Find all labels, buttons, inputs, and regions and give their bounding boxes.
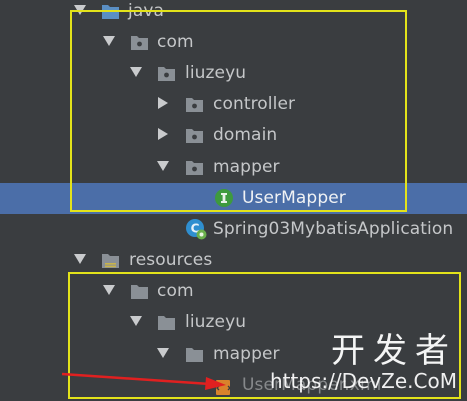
- tree-node-res-com[interactable]: com: [0, 276, 467, 307]
- tree-node-resources[interactable]: resources: [0, 245, 467, 276]
- tree-node-label: liuzeyu: [185, 312, 247, 332]
- chevron-down-icon[interactable]: [103, 36, 115, 46]
- tree-node-java[interactable]: java: [0, 0, 467, 27]
- tree-node-res-liuzeyu[interactable]: liuzeyu: [0, 307, 467, 338]
- annotation-arrow-icon: [61, 372, 226, 390]
- package-icon: [158, 67, 175, 81]
- tree-node-controller[interactable]: controller: [0, 89, 467, 120]
- chevron-down-icon[interactable]: [74, 5, 86, 15]
- package-icon: [186, 161, 203, 175]
- tree-node-usermapper[interactable]: UserMapper: [0, 183, 467, 214]
- chevron-down-icon[interactable]: [130, 316, 142, 326]
- tree-node-label: com: [157, 281, 194, 301]
- project-tree: java com liuzeyu controller domain mappe…: [0, 0, 467, 401]
- tree-node-label: com: [157, 32, 194, 52]
- package-icon: [186, 98, 203, 112]
- tree-node-mapper[interactable]: mapper: [0, 152, 467, 183]
- chevron-down-icon[interactable]: [157, 348, 169, 358]
- package-icon: [131, 36, 148, 50]
- chevron-right-icon[interactable]: [158, 97, 168, 109]
- folder-icon: [186, 348, 203, 362]
- tree-node-label: controller: [213, 94, 296, 114]
- chevron-down-icon[interactable]: [157, 161, 169, 171]
- resources-folder-icon: [102, 254, 119, 268]
- tree-node-label: Spring03MybatisApplication: [213, 219, 454, 239]
- spring-boot-class-icon: C: [186, 219, 207, 240]
- chevron-right-icon[interactable]: [158, 128, 168, 140]
- folder-icon: [158, 316, 175, 330]
- package-icon: [186, 129, 203, 143]
- source-folder-icon: [102, 5, 119, 19]
- tree-node-label: domain: [213, 125, 278, 145]
- tree-node-label: mapper: [213, 344, 280, 364]
- tree-node-label: UserMapper.xml: [242, 375, 382, 395]
- tree-node-domain[interactable]: domain: [0, 120, 467, 151]
- tree-node-label: java: [128, 1, 165, 21]
- chevron-down-icon[interactable]: [74, 254, 86, 264]
- tree-node-label: UserMapper: [242, 188, 346, 208]
- tree-node-com[interactable]: com: [0, 27, 467, 58]
- folder-icon: [131, 285, 148, 299]
- tree-node-res-mapper[interactable]: mapper: [0, 339, 467, 370]
- chevron-down-icon[interactable]: [103, 285, 115, 295]
- tree-node-label: resources: [129, 250, 213, 270]
- tree-node-label: liuzeyu: [185, 63, 247, 83]
- tree-node-liuzeyu[interactable]: liuzeyu: [0, 58, 467, 89]
- interface-icon: [215, 189, 233, 207]
- tree-node-application[interactable]: C Spring03MybatisApplication: [0, 214, 467, 245]
- tree-node-label: mapper: [213, 157, 280, 177]
- chevron-down-icon[interactable]: [130, 67, 142, 77]
